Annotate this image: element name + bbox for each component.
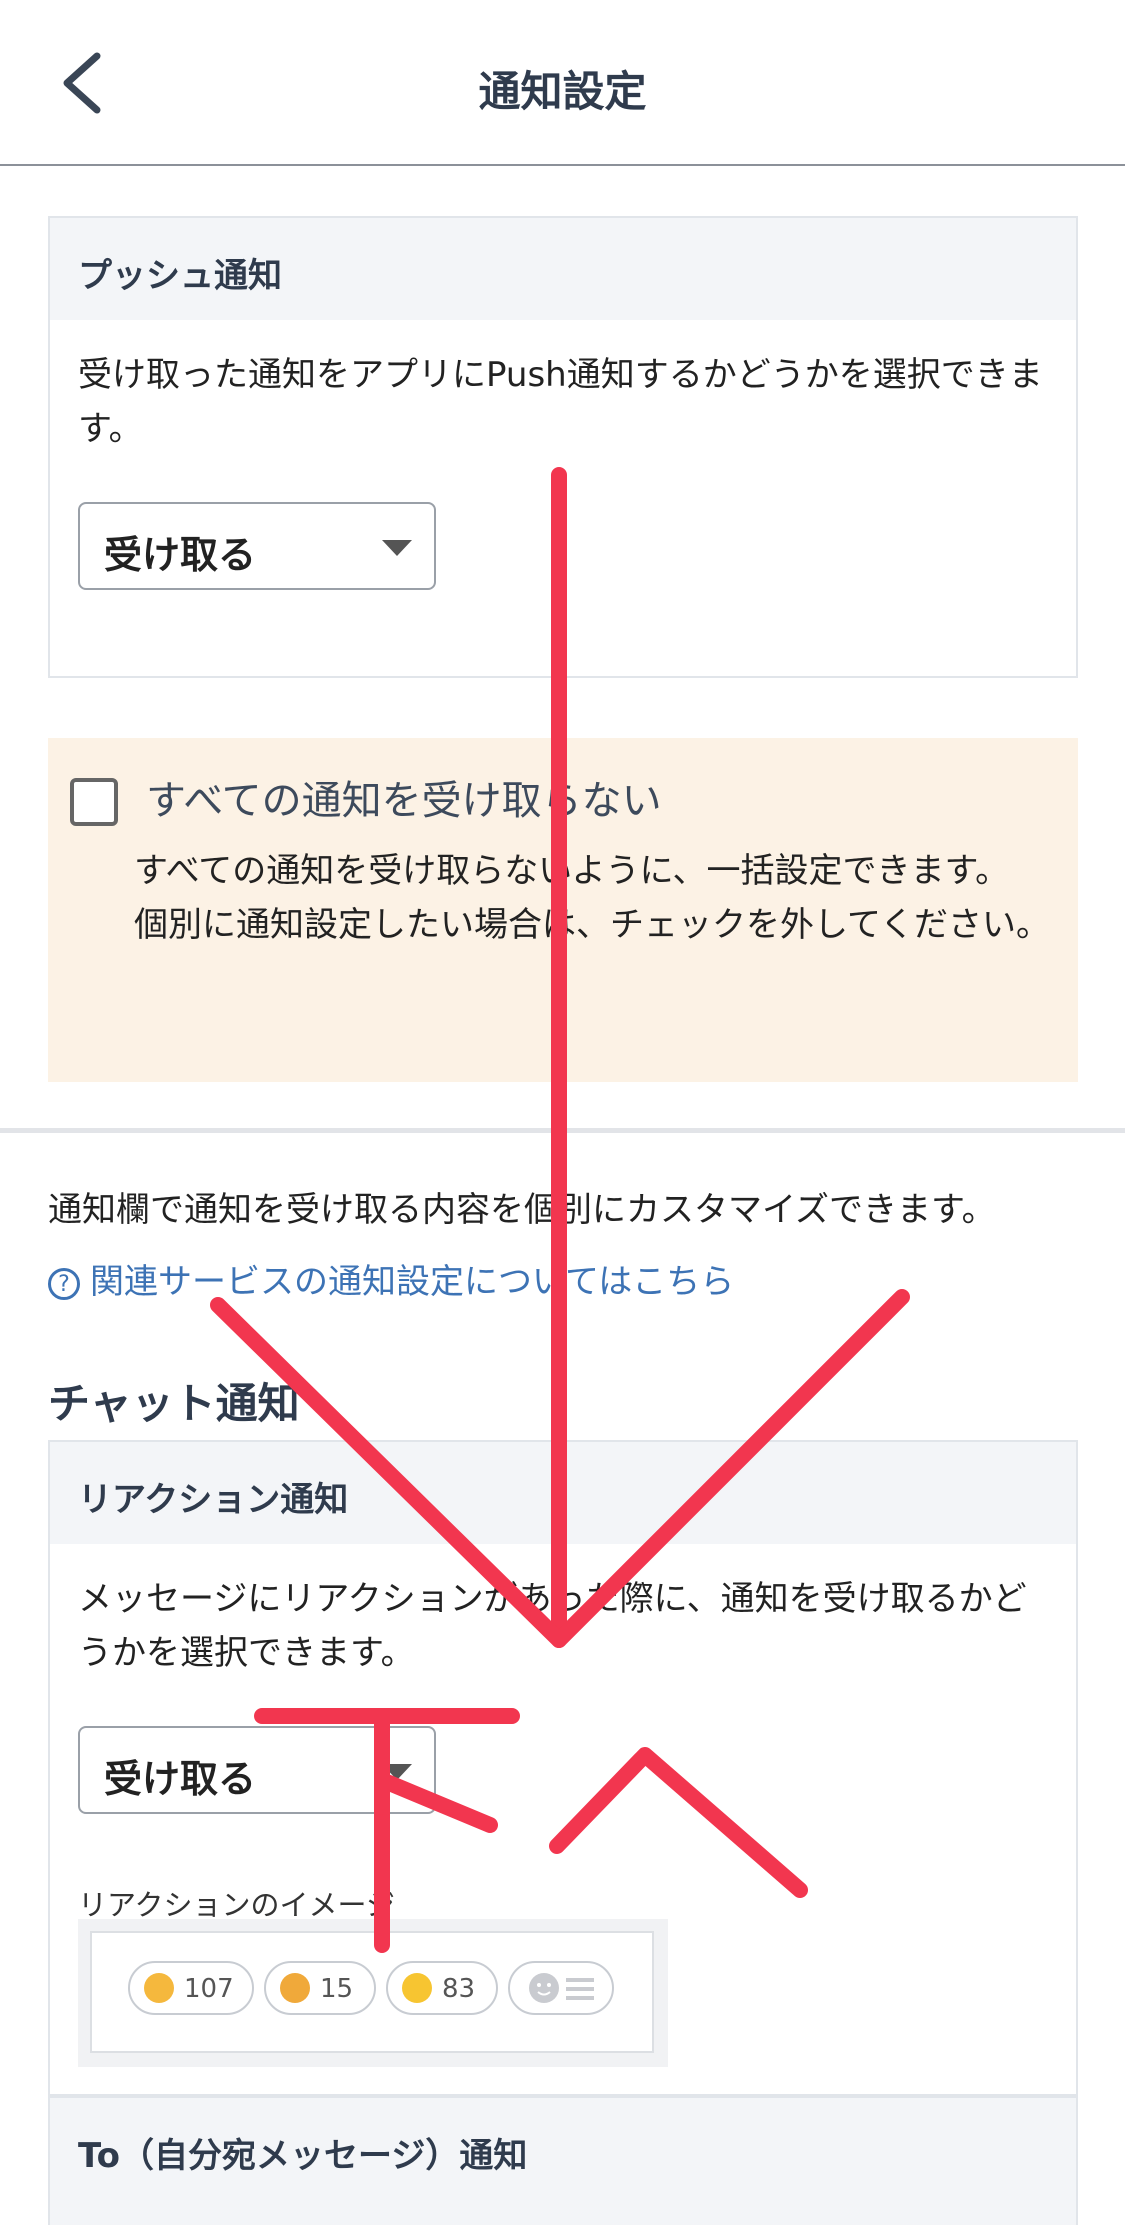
praying-hands-icon — [280, 1973, 310, 2003]
mute-all-box: すべての通知を受け取らない すべての通知を受け取らないように、一括設定できます。… — [48, 738, 1078, 1082]
reaction-count: 15 — [320, 1974, 354, 2004]
mute-all-description: すべての通知を受け取らないように、一括設定できます。 個別に通知設定したい場合は… — [134, 844, 1054, 952]
reaction-notification-heading: リアクション通知 — [50, 1442, 1076, 1544]
reaction-pill-laughing: 83 — [386, 1961, 498, 2015]
related-services-link[interactable]: ? 関連サービスの通知設定についてはこちら — [48, 1254, 734, 1303]
reaction-notification-select[interactable]: 受け取る — [78, 1726, 436, 1814]
reaction-pill-thumbs-up: 107 — [128, 1961, 254, 2015]
reaction-notification-card: リアクション通知 メッセージにリアクションがあった際に、通知を受け取るかどうかを… — [48, 1440, 1078, 2096]
reaction-image-frame: 107 15 83 — [90, 1931, 654, 2053]
caret-down-icon — [382, 1764, 412, 1780]
push-notification-card: プッシュ通知 受け取った通知をアプリにPush通知するかどうかを選択できます。 … — [48, 216, 1078, 678]
push-notification-select-value: 受け取る — [104, 533, 257, 577]
reaction-count: 83 — [442, 1974, 476, 2004]
section-divider — [0, 1128, 1125, 1133]
reaction-image-preview: 107 15 83 — [78, 1919, 668, 2067]
chat-notification-title: チャット通知 — [48, 1379, 300, 1428]
push-notification-description: 受け取った通知をアプリにPush通知するかどうかを選択できます。 — [78, 355, 1043, 449]
reaction-notification-select-value: 受け取る — [104, 1757, 257, 1801]
push-notification-heading: プッシュ通知 — [50, 218, 1076, 320]
thumbs-up-icon — [144, 1973, 174, 2003]
reaction-image-label: リアクションのイメージ — [78, 1888, 395, 1922]
mute-all-text-2: 個別に通知設定したい場合は、チェックを外してください。 — [134, 905, 1050, 945]
reaction-add-pill — [508, 1961, 614, 2015]
app-header: 通知設定 — [0, 0, 1125, 166]
mute-all-checkbox[interactable] — [70, 778, 118, 826]
customize-intro-text: 通知欄で通知を受け取る内容を個別にカスタマイズできます。 — [48, 1190, 996, 1230]
related-services-link-label[interactable]: 関連サービスの通知設定についてはこちら — [90, 1262, 734, 1302]
push-notification-select[interactable]: 受け取る — [78, 502, 436, 590]
to-notification-heading: To（自分宛メッセージ）通知 — [78, 2136, 528, 2176]
reaction-count: 107 — [184, 1974, 234, 2004]
mute-all-label[interactable]: すべての通知を受け取らない — [146, 768, 662, 826]
add-reaction-icon — [529, 1973, 594, 2003]
caret-down-icon — [382, 540, 412, 556]
mute-all-text-1: すべての通知を受け取らないように、一括設定できます。 — [134, 851, 1010, 891]
laughing-face-icon — [402, 1973, 432, 2003]
reaction-pill-praying-hands: 15 — [264, 1961, 376, 2015]
to-notification-heading-bar: To（自分宛メッセージ）通知 — [48, 2096, 1078, 2225]
page-title: 通知設定 — [478, 67, 647, 116]
question-circle-icon: ? — [48, 1268, 80, 1300]
reaction-notification-description: メッセージにリアクションがあった際に、通知を受け取るかどうかを選択できます。 — [78, 1579, 1027, 1673]
